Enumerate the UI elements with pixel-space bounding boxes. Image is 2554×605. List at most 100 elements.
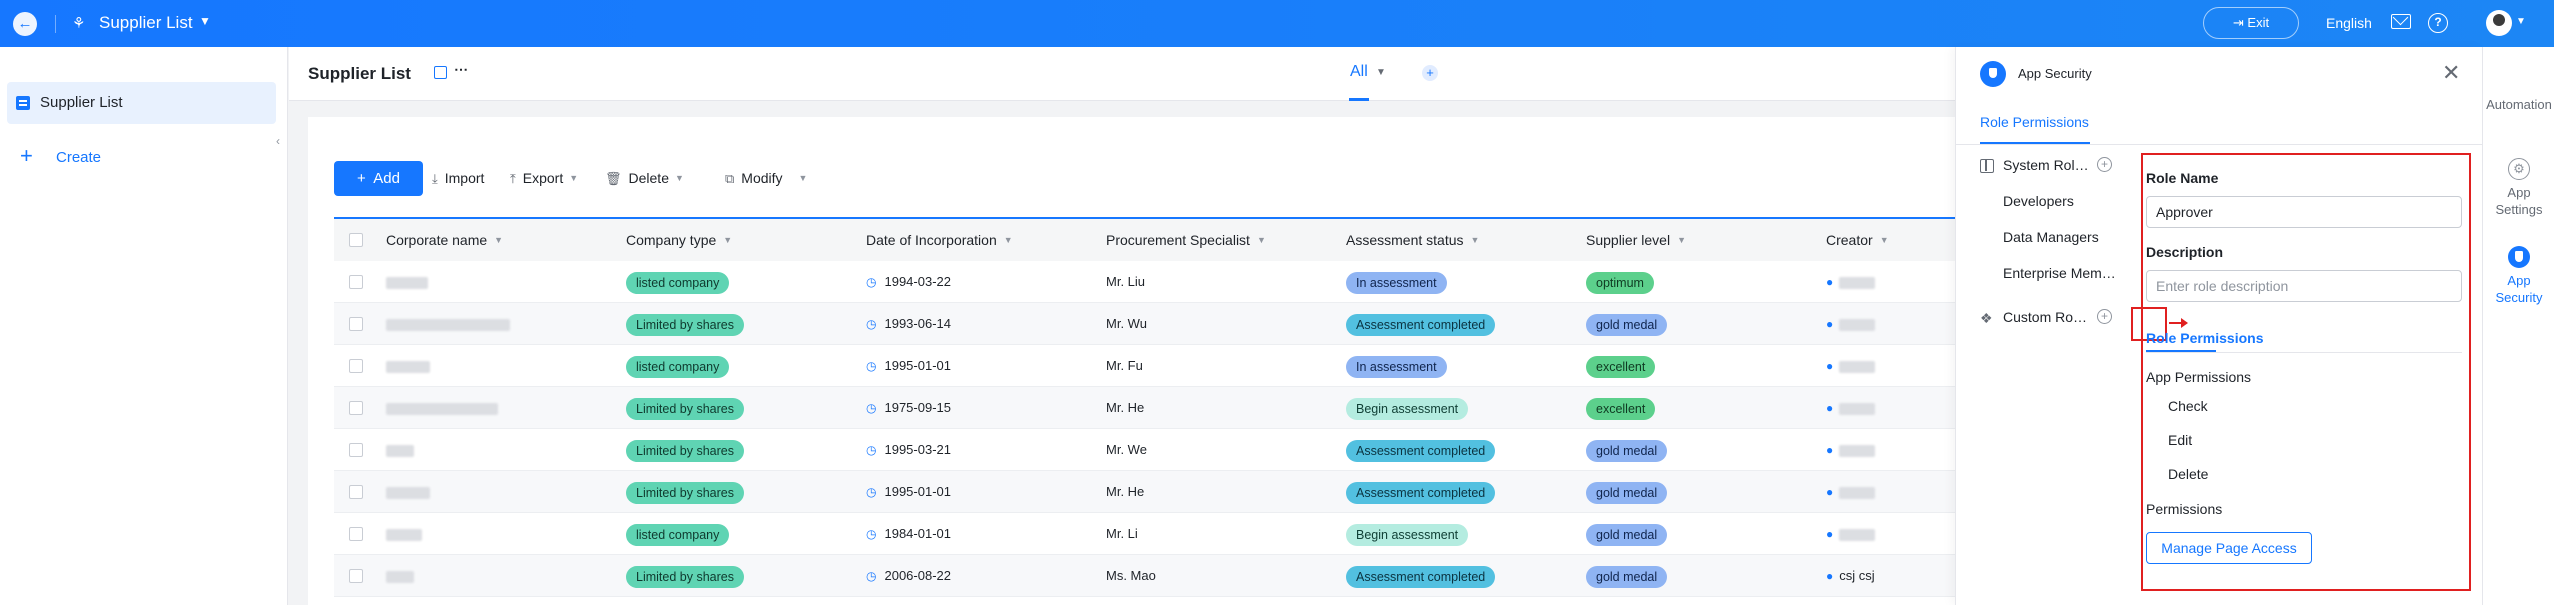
status-badge: Assessment completed [1346, 313, 1496, 336]
rail-item-automation[interactable]: Automation [2483, 96, 2554, 113]
language-switch[interactable]: English [2326, 15, 2372, 31]
collapse-sidebar-icon[interactable]: ‹ [276, 134, 288, 158]
role-name-label: Role Name [2146, 170, 2219, 186]
close-icon[interactable]: ✕ [2442, 60, 2460, 86]
clock-icon: ◷ [866, 401, 877, 415]
column-header[interactable]: Company type ▼ [626, 232, 732, 248]
permission-delete-label: Delete [2168, 466, 2209, 482]
company-type-cell: Limited by shares [626, 429, 744, 471]
date-text: 2006-08-22 [884, 568, 951, 583]
company-type-tag: Limited by shares [626, 397, 744, 420]
edit-icon[interactable] [434, 66, 447, 79]
corporate-name-cell [386, 387, 498, 429]
creator-cell: ● [1826, 261, 1876, 303]
row-checkbox[interactable] [349, 359, 363, 373]
column-header[interactable]: Supplier level ▼ [1586, 232, 1686, 248]
row-checkbox[interactable] [349, 401, 363, 415]
role-item-developers[interactable]: Developers [2003, 193, 2074, 209]
user-icon: ● [1826, 275, 1834, 289]
level-badge: excellent [1586, 355, 1656, 378]
role-item-enterprise-members[interactable]: Enterprise Mem… [2003, 265, 2116, 281]
table-row[interactable]: Limited by shares ◷ 1995-01-01 Mr. He Ass… [334, 471, 1974, 513]
table-row[interactable]: listed company ◷ 1994-03-22 Mr. Liu In as… [334, 261, 1974, 303]
permission-edit-label: Edit [2168, 432, 2193, 448]
help-icon[interactable]: ? [2428, 13, 2448, 33]
permission-edit-checkbox[interactable]: Edit [2146, 432, 2192, 448]
role-group-system[interactable]: System Rol… [2003, 157, 2089, 173]
rail-item-app-settings[interactable]: ⚙ App Settings [2483, 158, 2554, 218]
export-icon: ⤒ [510, 171, 516, 186]
user-icon: ● [1826, 527, 1834, 541]
rail-item-app-security[interactable]: App Security [2483, 246, 2554, 306]
company-type-tag: Limited by shares [626, 481, 744, 504]
chevron-down-icon: ▼ [569, 173, 579, 183]
add-system-role-icon[interactable]: + [2097, 157, 2112, 172]
table-row[interactable]: Limited by shares ◷ 1995-03-21 Mr. We Ass… [334, 429, 1974, 471]
table-row[interactable]: Limited by shares ◷ 1975-09-15 Mr. He Beg… [334, 387, 1974, 429]
row-checkbox[interactable] [349, 527, 363, 541]
tab-all[interactable]: All [1350, 63, 1368, 81]
description-input[interactable]: Enter role description [2146, 270, 2462, 302]
tab-role-permissions-form[interactable]: Role Permissions [2146, 330, 2264, 346]
permission-check-checkbox[interactable]: Check [2146, 398, 2208, 414]
permission-delete-checkbox[interactable]: Delete [2146, 466, 2208, 482]
arrow-left-icon[interactable]: ← [13, 12, 37, 36]
table-row[interactable]: listed company ◷ 1995-01-01 Mr. Fu In ass… [334, 345, 1974, 387]
creator-cell: ● [1826, 471, 1876, 513]
table-row[interactable]: listed company ◷ 1984-01-01 Mr. Li Begin … [334, 513, 1974, 555]
export-button[interactable]: ⤒ Export ▼ [510, 170, 578, 187]
row-checkbox[interactable] [349, 275, 363, 289]
mail-icon[interactable] [2391, 14, 2411, 29]
table-header: Corporate name ▼ Company type ▼ Date of In… [334, 219, 1974, 261]
column-header-label: Assessment status [1346, 232, 1464, 248]
chevron-down-icon[interactable]: ▼ [199, 14, 211, 28]
user-icon: ● [1826, 443, 1834, 457]
select-all-checkbox[interactable] [349, 233, 363, 247]
role-group-custom[interactable]: Custom Ro… [2003, 309, 2087, 325]
sidebar-item-supplier-list[interactable]: Supplier List [7, 82, 276, 124]
more-icon[interactable]: ⋯ [454, 61, 469, 78]
app-title[interactable]: Supplier List [99, 13, 193, 33]
import-label: Import [444, 170, 485, 186]
row-checkbox[interactable] [349, 485, 363, 499]
row-checkbox[interactable] [349, 569, 363, 583]
row-checkbox[interactable] [349, 317, 363, 331]
top-bar: ← ⚘ Supplier List ▼ ⇥ Exit English ? ▼ [0, 0, 2554, 47]
date-text: 1995-01-01 [884, 484, 951, 499]
date-cell: ◷ 1995-03-21 [866, 429, 951, 471]
level-cell: gold medal [1586, 429, 1668, 471]
company-type-tag: listed company [626, 271, 730, 294]
table-row[interactable]: Limited by shares ◷ 2006-08-22 Ms. Mao As… [334, 555, 1974, 597]
level-cell: excellent [1586, 387, 1656, 429]
delete-button[interactable]: 🗑 Delete ▼ [605, 170, 684, 187]
role-item-data-managers[interactable]: Data Managers [2003, 229, 2099, 245]
tab-role-permissions[interactable]: Role Permissions [1980, 114, 2089, 130]
import-icon: ⤓ [432, 171, 438, 186]
chevron-down-icon[interactable]: ▼ [2516, 16, 2526, 27]
add-custom-role-icon[interactable]: + [2097, 309, 2112, 324]
chevron-down-icon[interactable]: ▼ [1376, 67, 1386, 78]
modify-button[interactable]: ⧉ Modify ▼ [725, 170, 807, 187]
status-cell: Assessment completed [1346, 303, 1496, 345]
add-button[interactable]: + Add [334, 161, 423, 196]
import-button[interactable]: ⤓ Import [432, 170, 484, 187]
role-name-input[interactable]: Approver [2146, 196, 2462, 228]
sort-icon: ▼ [494, 235, 504, 245]
column-header[interactable]: Corporate name ▼ [386, 232, 503, 248]
column-header[interactable]: Creator ▼ [1826, 232, 1889, 248]
column-header[interactable]: Date of Incorporation ▼ [866, 232, 1013, 248]
add-view-button[interactable]: + [1422, 65, 1438, 81]
sort-icon: ▼ [1003, 235, 1013, 245]
table-row[interactable]: Limited by shares ◷ 1993-06-14 Mr. Wu Ass… [334, 303, 1974, 345]
manage-page-access-button[interactable]: Manage Page Access [2146, 532, 2312, 564]
grid-icon [1980, 159, 1994, 173]
exit-button[interactable]: ⇥ Exit [2203, 7, 2299, 39]
avatar[interactable] [2486, 10, 2512, 36]
column-header[interactable]: Assessment status ▼ [1346, 232, 1479, 248]
column-header[interactable]: Procurement Specialist ▼ [1106, 232, 1266, 248]
redacted-text [386, 486, 430, 499]
row-checkbox[interactable] [349, 443, 363, 457]
company-type-tag: Limited by shares [626, 313, 744, 336]
level-badge: gold medal [1586, 565, 1668, 588]
corporate-name-cell [386, 261, 428, 303]
